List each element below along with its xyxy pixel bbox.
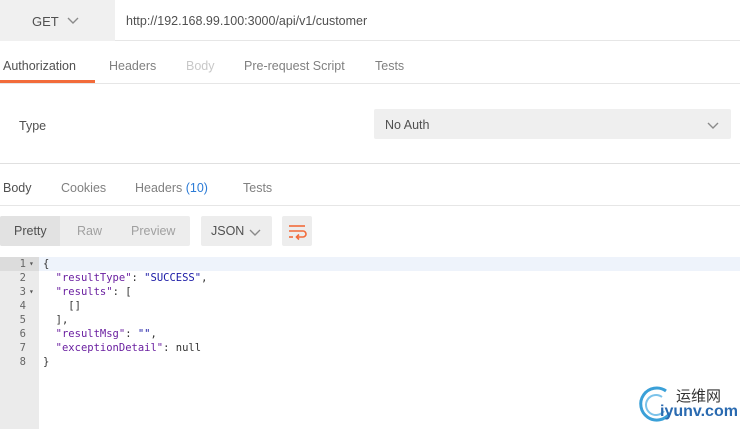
tab-response-headers[interactable]: Headers (10) [135,181,208,195]
method-label: GET [32,14,59,29]
watermark-en: iyunv.com [660,403,738,420]
headers-count-badge: (10) [185,181,208,195]
wrap-lines-button[interactable] [282,216,312,246]
preview-button[interactable]: Preview [131,224,175,238]
code-text: "results": [ [55,286,132,298]
tab-tests[interactable]: Tests [375,59,404,73]
code-line: 7 "exceptionDetail": null [0,341,740,355]
line-number: 1 [19,258,26,270]
code-text: [] [43,300,81,312]
request-tabs: Authorization Headers Body Pre-request S… [0,42,740,84]
line-number: 5 [19,314,26,326]
response-toolbar: Pretty Raw Preview JSON [0,207,740,257]
code-text: { [43,258,50,270]
auth-type-value: No Auth [385,118,430,132]
code-text: "resultMsg": "", [55,328,157,340]
chevron-down-icon [67,14,79,28]
code-line: 6 "resultMsg": "", [0,327,740,341]
auth-type-select[interactable]: No Auth [374,109,731,139]
tab-test-results[interactable]: Tests [243,181,272,195]
code-line: 8} [0,355,740,369]
code-text: } [43,356,50,368]
tab-cookies[interactable]: Cookies [61,181,106,195]
method-select[interactable]: GET [0,0,115,41]
code-line: 2 "resultType": "SUCCESS", [0,271,740,285]
pretty-button[interactable]: Pretty [14,224,47,238]
url-bar: GET http://192.168.99.100:3000/api/v1/cu… [0,0,740,41]
tab-body[interactable]: Body [186,59,215,73]
tab-headers[interactable]: Headers [109,59,156,73]
auth-type-label: Type [19,119,47,133]
code-line: 5 ], [0,313,740,327]
view-mode-group: Pretty Raw Preview [0,216,190,246]
code-line: 4 [] [0,299,740,313]
tab-pre-request-script[interactable]: Pre-request Script [244,59,345,73]
tab-response-body[interactable]: Body [3,181,32,195]
active-tab-indicator [0,80,95,83]
line-number: 2 [19,272,26,284]
fold-arrow-icon[interactable]: ▾ [29,257,34,271]
line-number: 8 [19,356,26,368]
response-body-editor[interactable]: 1 ▾{2 "resultType": "SUCCESS", 3 ▾ "results… [0,257,740,429]
code-text: "exceptionDetail": null [55,342,202,354]
tab-authorization[interactable]: Authorization [3,59,76,73]
line-number: 3 [19,286,26,298]
code-text: "resultType": "SUCCESS", [55,272,208,284]
tab-response-headers-label: Headers [135,181,183,195]
code-line: 3 ▾ "results": [ [0,285,740,299]
watermark-logo: 运维网 iyunv.com [636,381,740,429]
chevron-down-icon [707,119,719,133]
fold-arrow-icon[interactable]: ▾ [29,285,34,299]
code-line: 1 ▾ { [0,257,740,271]
raw-button[interactable]: Raw [77,224,102,238]
auth-panel: Type No Auth [0,85,740,164]
format-value: JSON [211,224,245,238]
chevron-down-icon [249,226,261,240]
line-number: 6 [19,328,26,340]
code-text: ], [43,314,69,326]
response-tabs: Body Cookies Headers (10) Tests [0,165,740,206]
line-number: 4 [19,300,26,312]
wrap-lines-icon [289,225,307,241]
line-number: 7 [19,342,26,354]
format-select[interactable]: JSON [201,216,272,246]
url-input[interactable]: http://192.168.99.100:3000/api/v1/custom… [126,14,367,28]
